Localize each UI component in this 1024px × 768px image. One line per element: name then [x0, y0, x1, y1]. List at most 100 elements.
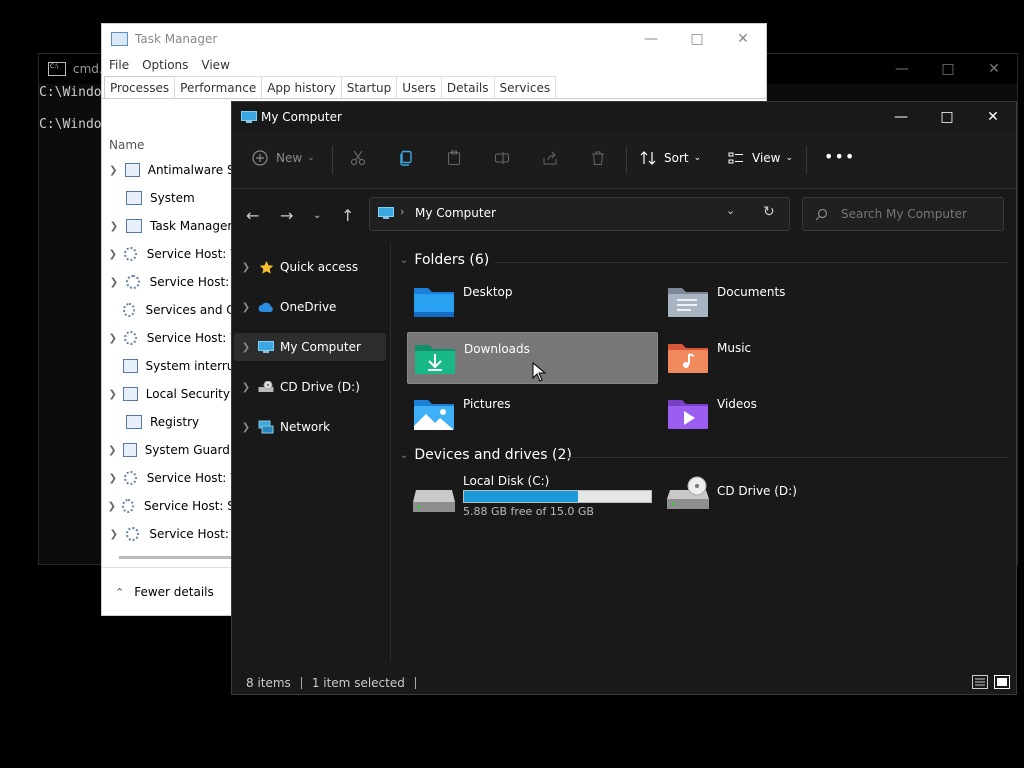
process-row[interactable]: System interrup: [102, 352, 242, 380]
address-bar[interactable]: › My Computer ⌄ ↻: [369, 197, 790, 231]
menu-file[interactable]: File: [109, 58, 129, 72]
close-button[interactable]: ✕: [720, 24, 766, 54]
process-row[interactable]: ❯ Service Host: W: [102, 324, 242, 352]
back-arrow-icon[interactable]: ←: [246, 206, 259, 225]
search-box[interactable]: [802, 197, 1004, 231]
recent-locations-chevron-icon[interactable]: ⌄: [313, 210, 321, 221]
address-dropdown-icon[interactable]: ⌄: [726, 204, 735, 217]
process-row[interactable]: ❯ Task Manager: [102, 212, 242, 240]
chevron-right-icon[interactable]: ❯: [102, 165, 125, 176]
chevron-up-icon[interactable]: ⌃: [115, 586, 124, 599]
tab-processes[interactable]: Processes: [104, 76, 176, 98]
folder-tile-pictures[interactable]: Pictures: [407, 388, 656, 438]
forward-arrow-icon[interactable]: →: [280, 206, 293, 225]
maximize-button[interactable]: □: [925, 54, 971, 84]
share-button[interactable]: [542, 150, 558, 166]
more-options-icon[interactable]: •••: [824, 147, 855, 166]
menu-view[interactable]: View: [201, 58, 229, 72]
view-button[interactable]: View ⌄: [728, 150, 793, 166]
breadcrumb-chevron-icon[interactable]: ›: [400, 205, 404, 218]
chevron-right-icon[interactable]: ❯: [102, 445, 123, 456]
nav-item-network[interactable]: ❯ Network: [234, 413, 386, 441]
chevron-right-icon[interactable]: ❯: [234, 422, 258, 433]
chevron-down-icon: ⌄: [693, 153, 702, 163]
plus-circle-icon: [252, 150, 268, 166]
chevron-right-icon[interactable]: ❯: [234, 262, 258, 273]
chevron-down-icon[interactable]: ⌄: [400, 255, 408, 266]
folders-group-header[interactable]: ⌄ Folders (6): [400, 252, 489, 268]
menu-options[interactable]: Options: [142, 58, 188, 72]
drive-tile-local-disk[interactable]: Local Disk (C:) 5.88 GB free of 15.0 GB: [407, 472, 656, 520]
tiles-view-icon[interactable]: [994, 675, 1010, 692]
chevron-right-icon[interactable]: ❯: [102, 249, 124, 260]
process-row[interactable]: ❯ Local Security A: [102, 380, 242, 408]
folder-tile-videos[interactable]: Videos: [661, 388, 910, 438]
process-row[interactable]: ❯ System Guard R: [102, 436, 242, 464]
drive-tile-cd-drive[interactable]: CD Drive (D:): [661, 472, 910, 520]
chevron-right-icon[interactable]: ❯: [234, 382, 258, 393]
chevron-down-icon[interactable]: ⌄: [400, 450, 408, 461]
chevron-right-icon[interactable]: ❯: [102, 277, 126, 288]
chevron-right-icon[interactable]: ❯: [102, 333, 124, 344]
scissors-icon: [351, 150, 365, 165]
new-label: New: [276, 151, 303, 165]
search-input[interactable]: [839, 204, 998, 224]
cut-button[interactable]: [350, 150, 366, 166]
new-button[interactable]: New ⌄: [252, 150, 315, 166]
chevron-right-icon[interactable]: ❯: [234, 342, 258, 353]
chevron-right-icon[interactable]: ❯: [102, 221, 126, 232]
column-header-name[interactable]: Name: [109, 138, 144, 152]
process-row[interactable]: ❯ Service Host: N: [102, 268, 242, 296]
maximize-button[interactable]: □: [924, 102, 970, 132]
close-button[interactable]: ✕: [970, 102, 1016, 132]
chevron-right-icon[interactable]: ❯: [102, 529, 126, 540]
process-row[interactable]: System: [102, 184, 242, 212]
horizontal-scrollbar[interactable]: [119, 556, 239, 559]
explorer-window[interactable]: My Computer — □ ✕ New ⌄ Sort ⌄ View ⌄ ••…: [231, 101, 1017, 695]
close-button[interactable]: ✕: [971, 54, 1017, 84]
nav-item-cd-drive[interactable]: ❯ CD Drive (D:): [234, 373, 386, 401]
nav-item-onedrive[interactable]: ❯ OneDrive: [234, 293, 386, 321]
chevron-right-icon[interactable]: ❯: [102, 389, 123, 400]
tab-details[interactable]: Details: [440, 76, 495, 98]
app-icon: [123, 359, 138, 373]
folder-tile-documents[interactable]: Documents: [661, 276, 910, 326]
tab-users[interactable]: Users: [396, 76, 442, 98]
process-row[interactable]: ❯ Antimalware Se: [102, 156, 242, 184]
tab-performance[interactable]: Performance: [174, 76, 263, 98]
nav-item-quick-access[interactable]: ❯ Quick access: [234, 253, 386, 281]
up-arrow-icon[interactable]: ↑: [341, 206, 354, 225]
refresh-icon[interactable]: ↻: [763, 204, 775, 220]
details-view-icon[interactable]: [972, 675, 988, 692]
process-row[interactable]: ❯ Service Host: Sy: [102, 492, 242, 520]
nav-item-my-computer[interactable]: ❯ My Computer: [234, 333, 386, 361]
process-row[interactable]: Registry: [102, 408, 242, 436]
minimize-button[interactable]: —: [878, 102, 924, 132]
chevron-right-icon[interactable]: ❯: [102, 501, 122, 512]
folder-tile-desktop[interactable]: Desktop: [407, 276, 656, 326]
copy-button[interactable]: [398, 150, 414, 166]
maximize-button[interactable]: □: [674, 24, 720, 54]
drives-group-header[interactable]: ⌄ Devices and drives (2): [400, 447, 572, 463]
documents-folder-icon: [668, 288, 708, 317]
sort-button[interactable]: Sort ⌄: [640, 150, 701, 166]
delete-button[interactable]: [590, 150, 606, 166]
breadcrumb-location[interactable]: My Computer: [415, 206, 496, 220]
fewer-details-link[interactable]: Fewer details: [134, 585, 214, 599]
folder-tile-music[interactable]: Music: [661, 332, 910, 382]
chevron-right-icon[interactable]: ❯: [234, 302, 258, 313]
chevron-right-icon[interactable]: ❯: [102, 473, 124, 484]
process-row[interactable]: ❯ Service Host: W: [102, 240, 242, 268]
tab-startup[interactable]: Startup: [340, 76, 398, 98]
process-row[interactable]: ❯ Service Host: G: [102, 520, 242, 548]
paste-button[interactable]: [446, 150, 462, 166]
minimize-button[interactable]: —: [628, 24, 674, 54]
minimize-button[interactable]: —: [879, 54, 925, 84]
tab-services[interactable]: Services: [493, 76, 557, 98]
process-row[interactable]: ❯ Service Host: W: [102, 464, 242, 492]
desktop-folder-icon: [414, 288, 454, 317]
cloud-icon: [258, 300, 274, 314]
rename-button[interactable]: [494, 150, 510, 166]
process-row[interactable]: Services and Co: [102, 296, 242, 324]
tab-app-history[interactable]: App history: [261, 76, 342, 98]
